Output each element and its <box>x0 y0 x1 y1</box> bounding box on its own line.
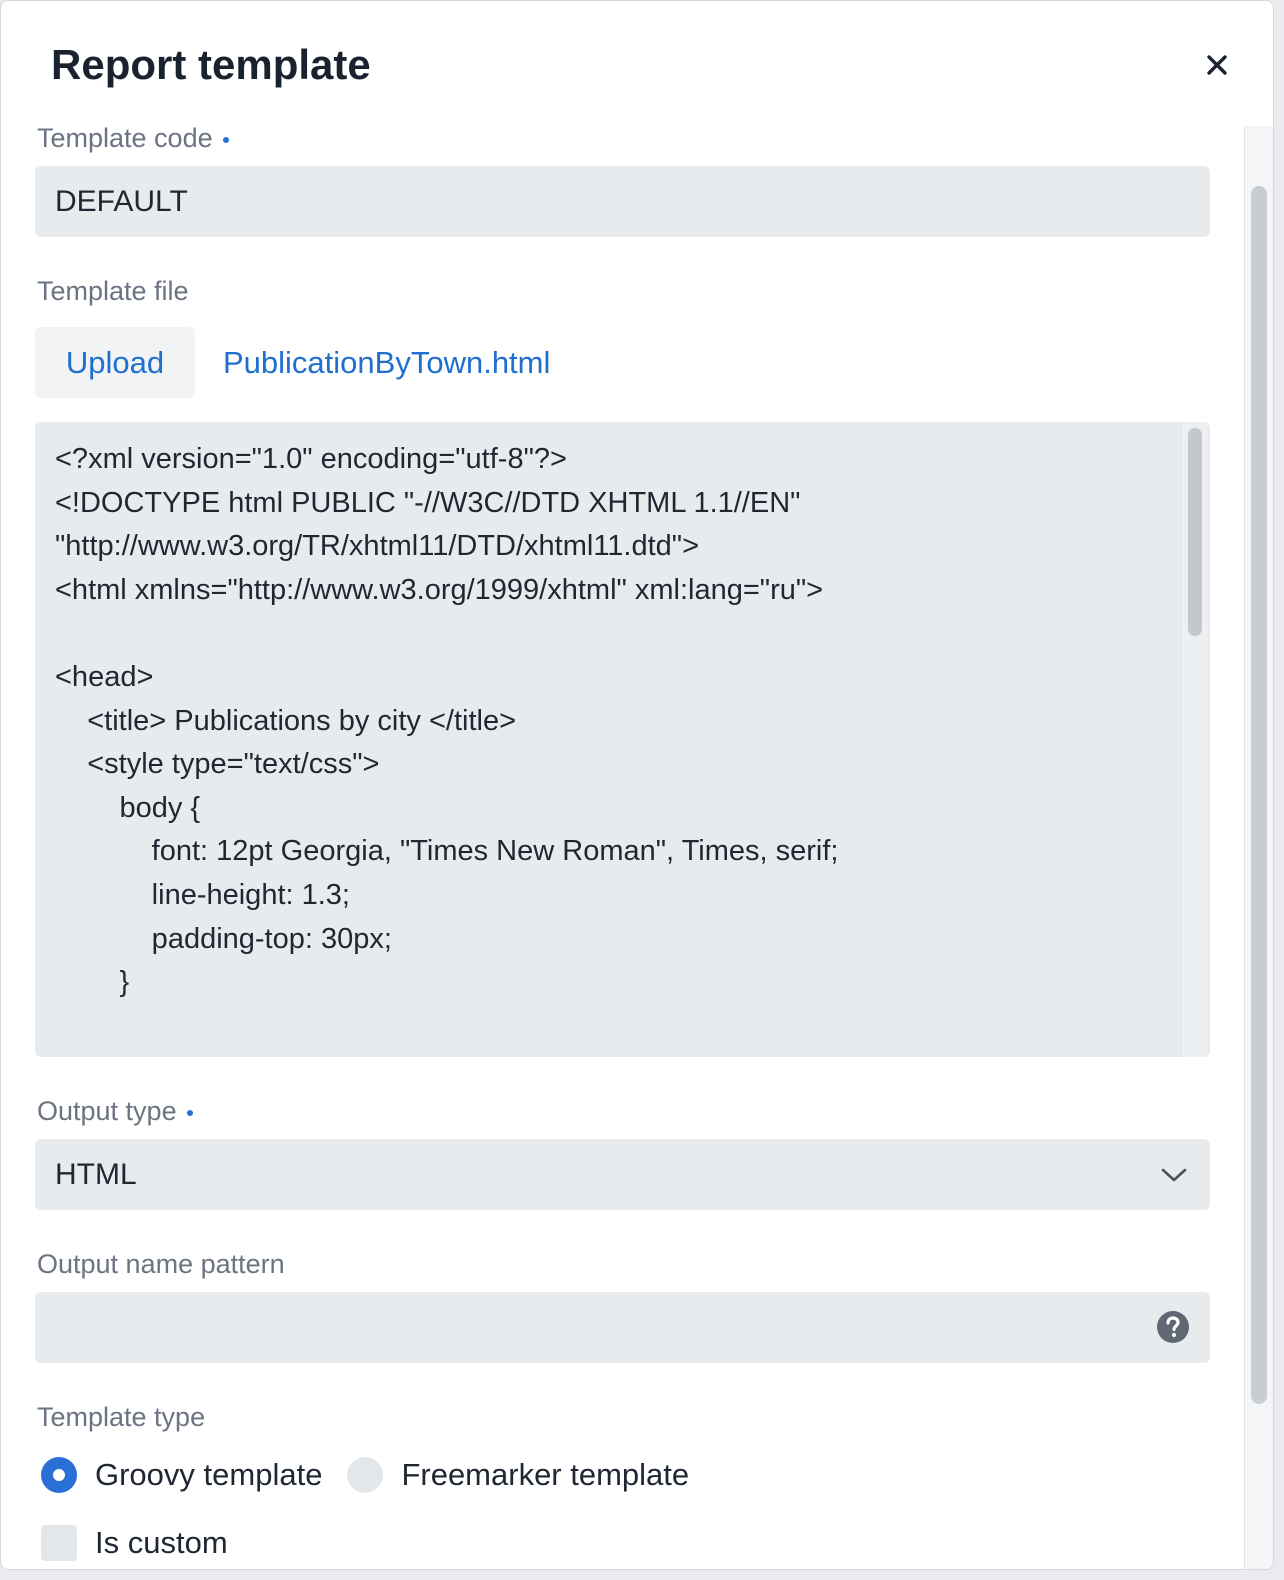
radio-groovy-template[interactable] <box>41 1457 77 1493</box>
template-code-input[interactable]: DEFAULT <box>35 166 1210 237</box>
code-line: <?xml version="1.0" encoding="utf-8"?> <box>55 443 567 475</box>
dialog-scroll-thumb[interactable] <box>1251 186 1267 1404</box>
code-editor-scrollbar[interactable] <box>1181 422 1208 1057</box>
help-icon[interactable] <box>1156 1310 1190 1344</box>
template-code-value: DEFAULT <box>55 184 188 218</box>
is-custom-checkbox[interactable] <box>41 1525 77 1561</box>
close-button[interactable] <box>1195 43 1239 87</box>
required-indicator <box>186 1109 193 1116</box>
close-icon <box>1207 55 1227 75</box>
radio-groovy-template-label[interactable]: Groovy template <box>95 1457 322 1493</box>
output-type-label-text: Output type <box>37 1096 177 1126</box>
upload-button[interactable]: Upload <box>35 327 195 398</box>
code-line: <head> <box>55 660 154 693</box>
code-line: <html xmlns="http://www.w3.org/1999/xhtm… <box>55 573 824 606</box>
output-type-label: Output type <box>37 1094 193 1128</box>
code-line: body { <box>55 791 201 824</box>
dialog-title: Report template <box>51 41 371 88</box>
code-editor-content: <?xml version="1.0" encoding="utf-8"?> <… <box>55 438 838 1005</box>
required-indicator <box>222 136 229 143</box>
code-line: <title> Publications by city </title> <box>55 704 517 737</box>
template-type-label: Template type <box>37 1402 206 1432</box>
output-name-pattern-input[interactable] <box>35 1292 1210 1363</box>
code-editor-scroll-thumb[interactable] <box>1188 428 1202 636</box>
template-code-label: Template code <box>37 121 229 155</box>
radio-freemarker-template-label[interactable]: Freemarker template <box>401 1457 689 1493</box>
chevron-down-icon <box>1161 1168 1187 1182</box>
code-line: <style type="text/css"> <box>55 748 380 781</box>
report-template-dialog: Report template Template code DEFAULT Te… <box>0 0 1274 1570</box>
code-line: font: 12pt Georgia, "Times New Roman", T… <box>55 835 839 868</box>
template-file-label: Template file <box>37 276 189 306</box>
template-type-radio-group: Groovy template Freemarker template <box>41 1453 689 1497</box>
code-line: <!DOCTYPE html PUBLIC "-//W3C//DTD XHTML… <box>55 486 801 519</box>
template-file-link[interactable]: PublicationByTown.html <box>223 343 550 383</box>
output-type-value: HTML <box>55 1157 137 1191</box>
code-line: } <box>55 966 130 999</box>
dialog-scrollbar[interactable] <box>1244 126 1273 1569</box>
code-line: padding-top: 30px; <box>55 922 392 955</box>
radio-freemarker-template[interactable] <box>347 1457 384 1493</box>
output-type-select[interactable]: HTML <box>35 1139 1210 1210</box>
is-custom-row: Is custom <box>41 1521 228 1565</box>
output-name-pattern-label: Output name pattern <box>37 1249 285 1279</box>
is-custom-label[interactable]: Is custom <box>95 1525 228 1561</box>
template-code-label-text: Template code <box>37 123 213 153</box>
code-line: line-height: 1.3; <box>55 878 350 911</box>
template-code-editor[interactable]: <?xml version="1.0" encoding="utf-8"?> <… <box>35 422 1210 1057</box>
code-line: "http://www.w3.org/TR/xhtml11/DTD/xhtml1… <box>55 530 700 563</box>
